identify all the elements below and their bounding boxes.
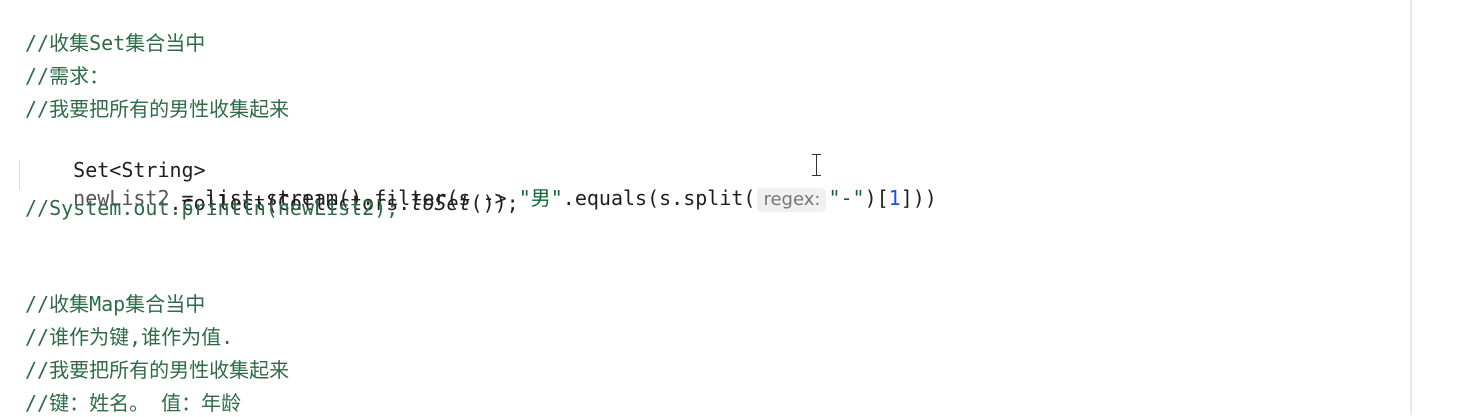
index-literal: 1 [888,186,901,210]
parameter-hint: regex: [757,188,827,212]
indent-guide [19,160,20,190]
code-line-collect: .collect(Collectors.toSet()); [25,161,519,215]
collect-suffix: ()); [470,191,519,215]
right-side-panel [1412,0,1481,415]
code-line-comment: //我要把所有的男性收集起来 [25,97,290,121]
code-line-comment: //收集Set集合当中 [25,31,206,55]
static-method-name: toSet [410,191,471,215]
code-line-comment: //System.out.println(newList2); [25,196,399,220]
code-line-comment: //我要把所有的男性收集起来 [25,358,290,382]
equals-call: .equals(s.split( [562,186,756,210]
code-line-comment: //谁作为键,谁作为值. [25,325,234,349]
code-line-stream: Set<String> newList2 = list.stream().fil… [25,128,937,212]
code-line-comment: //键：姓名。 值：年龄 [25,391,242,415]
code-line-comment: //收集Map集合当中 [25,292,206,316]
text-cursor-icon [811,154,823,178]
string-literal-male: "男" [518,186,563,210]
bracket-open: )[ [864,186,889,210]
string-literal-dash: "-" [828,186,865,210]
bracket-close: ])) [900,186,937,210]
code-editor[interactable]: //收集Set集合当中 //需求： //我要把所有的男性收集起来 Set<Str… [0,0,1410,415]
code-line-comment: //需求： [25,64,110,88]
